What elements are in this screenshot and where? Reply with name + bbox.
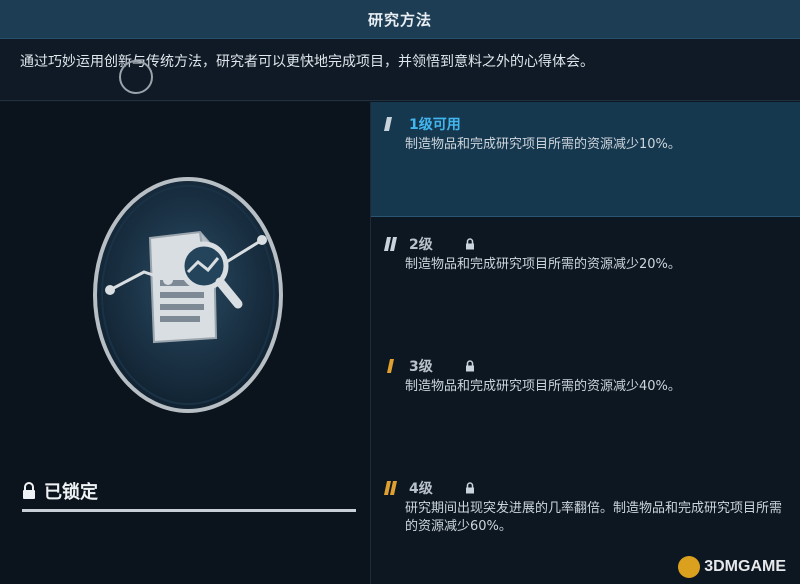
description-text: 通过巧妙运用创新与传统方法，研究者可以更快地完成项目，并领悟到意料之外的心得体会…: [20, 54, 594, 70]
title-bar: 研究方法: [0, 0, 800, 39]
tier-list: 1级可用 制造物品和完成研究项目所需的资源减少10%。 2级 制造物品和完成研究…: [371, 102, 800, 584]
tier-2-text: 制造物品和完成研究项目所需的资源减少20%。: [405, 257, 681, 272]
tier-item-2[interactable]: 2级 制造物品和完成研究项目所需的资源减少20%。: [371, 222, 800, 337]
tier-1-mark-icon: [384, 117, 392, 131]
tier-4-mark-icon: [384, 481, 397, 495]
tier-4-name: 4级: [409, 481, 433, 497]
tier-3-lock-icon: [465, 360, 474, 372]
tier-3-name: 3级: [409, 359, 433, 375]
document-magnifier-chart-icon: [93, 177, 283, 413]
watermark-text: 3DMGAME: [704, 558, 786, 575]
tier-3-text: 制造物品和完成研究项目所需的资源减少40%。: [405, 379, 681, 394]
mouse-cursor: [119, 60, 153, 94]
watermark-logo-icon: [678, 556, 701, 578]
tier-item-3[interactable]: 3级 制造物品和完成研究项目所需的资源减少40%。: [371, 344, 800, 459]
tier-4-text: 研究期间出现突发进展的几率翻倍。制造物品和完成研究项目所需的资源减少60%。: [405, 501, 783, 534]
tier-1-name: 1级可用: [409, 117, 461, 133]
tier-3-mark-icon: [387, 359, 394, 373]
locked-label: 已锁定: [44, 482, 98, 503]
tier-1-text: 制造物品和完成研究项目所需的资源减少10%。: [405, 137, 681, 152]
page-title: 研究方法: [367, 10, 432, 29]
tier-2-lock-icon: [465, 238, 474, 250]
locked-underline: [22, 509, 356, 512]
tier-item-1[interactable]: 1级可用 制造物品和完成研究项目所需的资源减少10%。: [371, 102, 800, 217]
tier-2-name: 2级: [409, 237, 433, 253]
watermark: 3DMGAME: [678, 556, 786, 578]
lock-icon: [23, 482, 35, 499]
tier-4-lock-icon: [465, 482, 474, 494]
locked-status: 已锁定: [22, 478, 356, 504]
tier-2-mark-icon: [384, 237, 397, 251]
